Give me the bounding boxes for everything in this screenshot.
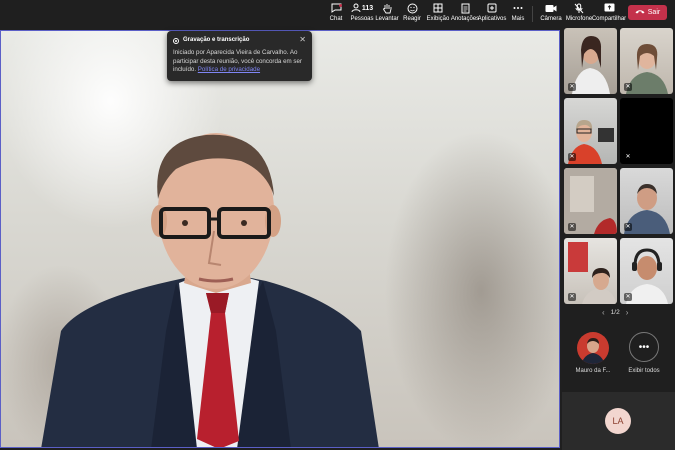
leave-label: Sair	[647, 9, 661, 16]
more-icon	[511, 2, 525, 14]
more-button[interactable]: Mais	[510, 2, 526, 26]
mic-off-icon: ✕	[568, 293, 576, 301]
microphone-label: Microfone	[565, 16, 593, 22]
notes-label: Anotações	[450, 16, 480, 22]
mic-off-icon	[572, 2, 586, 14]
camera-button[interactable]: Câmera	[540, 2, 562, 26]
react-button[interactable]: Reagir	[403, 2, 421, 26]
toolbar-divider	[532, 6, 533, 22]
participant-tile[interactable]: ✕	[620, 28, 673, 94]
participant-tile[interactable]: ✕	[620, 238, 673, 304]
pinned-participant-name: Mauro da F...	[575, 368, 611, 374]
recording-icon	[173, 38, 179, 44]
participant-tile[interactable]: ✕	[564, 168, 617, 234]
show-all-label: Exibir todos	[628, 368, 660, 374]
camera-label: Câmera	[540, 16, 562, 22]
meeting-toolbar: Chat 113 Pessoas Levantar Reagir Exibiçã…	[0, 0, 675, 28]
microphone-button[interactable]: Microfone	[565, 2, 593, 26]
participant-tile[interactable]: ✕	[620, 98, 673, 164]
participant-tile[interactable]: ✕	[564, 98, 617, 164]
camera-icon	[544, 2, 558, 14]
gallery-pager: ‹ 1/2 ›	[602, 308, 628, 317]
mic-off-icon: ✕	[568, 83, 576, 91]
mic-off-icon: ✕	[624, 223, 632, 231]
view-label: Exibição	[426, 16, 450, 22]
chevron-right-icon[interactable]: ›	[626, 308, 629, 317]
self-view-tile[interactable]: LA	[562, 392, 675, 450]
chat-button[interactable]: Chat	[328, 2, 344, 26]
mic-off-icon: ✕	[568, 223, 576, 231]
speaker-figure	[41, 133, 379, 447]
notes-button[interactable]: Anotações	[450, 2, 480, 26]
apps-button[interactable]: Aplicativos	[477, 2, 507, 26]
participant-tile[interactable]: ✕	[564, 238, 617, 304]
pinned-participant[interactable]: Mauro da F...	[568, 332, 618, 374]
phone-hangup-icon	[635, 9, 645, 16]
more-icon[interactable]: •••	[629, 332, 659, 362]
share-button[interactable]: Compartilhar	[591, 2, 627, 26]
notes-icon	[458, 2, 472, 14]
mic-off-icon: ✕	[624, 153, 632, 161]
view-button[interactable]: Exibição	[427, 2, 449, 26]
self-avatar[interactable]: LA	[605, 408, 631, 434]
notification-body: Iniciado por Aparecida Vieira de Carvalh…	[173, 49, 305, 75]
apps-label: Aplicativos	[477, 16, 507, 22]
participants-gallery: ✕ ✕ ✕ ✕ ✕ ✕ ✕ ✕ ‹ 1/2 › Mauro da F... ••…	[562, 28, 675, 450]
share-label: Compartilhar	[591, 16, 627, 22]
mic-off-icon: ✕	[624, 83, 632, 91]
mic-off-icon: ✕	[624, 293, 632, 301]
view-icon	[431, 2, 445, 14]
people-button[interactable]: 113 Pessoas	[350, 2, 374, 26]
close-icon[interactable]: ✕	[299, 35, 306, 44]
participant-tile[interactable]: ✕	[564, 28, 617, 94]
avatar-photo	[577, 332, 609, 364]
avatar[interactable]	[577, 332, 609, 364]
privacy-policy-link[interactable]: Política de privacidade	[198, 66, 260, 73]
apps-icon	[485, 2, 499, 14]
page-indicator: 1/2	[610, 309, 620, 316]
react-icon	[405, 2, 419, 14]
raise-hand-icon	[380, 2, 394, 14]
show-all-participants[interactable]: ••• Exibir todos	[619, 332, 669, 374]
people-count: 113	[361, 4, 374, 12]
main-speaker-video[interactable]	[0, 30, 560, 448]
raise-hand-button[interactable]: Levantar	[375, 2, 399, 26]
chat-label: Chat	[329, 16, 343, 22]
raise-hand-label: Levantar	[375, 16, 399, 22]
participant-tile[interactable]: ✕	[620, 168, 673, 234]
more-label: Mais	[511, 16, 525, 22]
recording-notification: Gravação e transcrição ✕ Iniciado por Ap…	[167, 31, 312, 81]
share-icon	[602, 2, 616, 14]
chat-badge	[339, 4, 342, 7]
people-icon: 113	[350, 2, 374, 14]
react-label: Reagir	[403, 16, 421, 22]
mic-off-icon: ✕	[568, 153, 576, 161]
people-label: Pessoas	[350, 16, 374, 22]
chevron-left-icon[interactable]: ‹	[602, 308, 605, 317]
notification-title: Gravação e transcrição	[183, 37, 250, 43]
leave-button[interactable]: Sair	[628, 5, 667, 20]
